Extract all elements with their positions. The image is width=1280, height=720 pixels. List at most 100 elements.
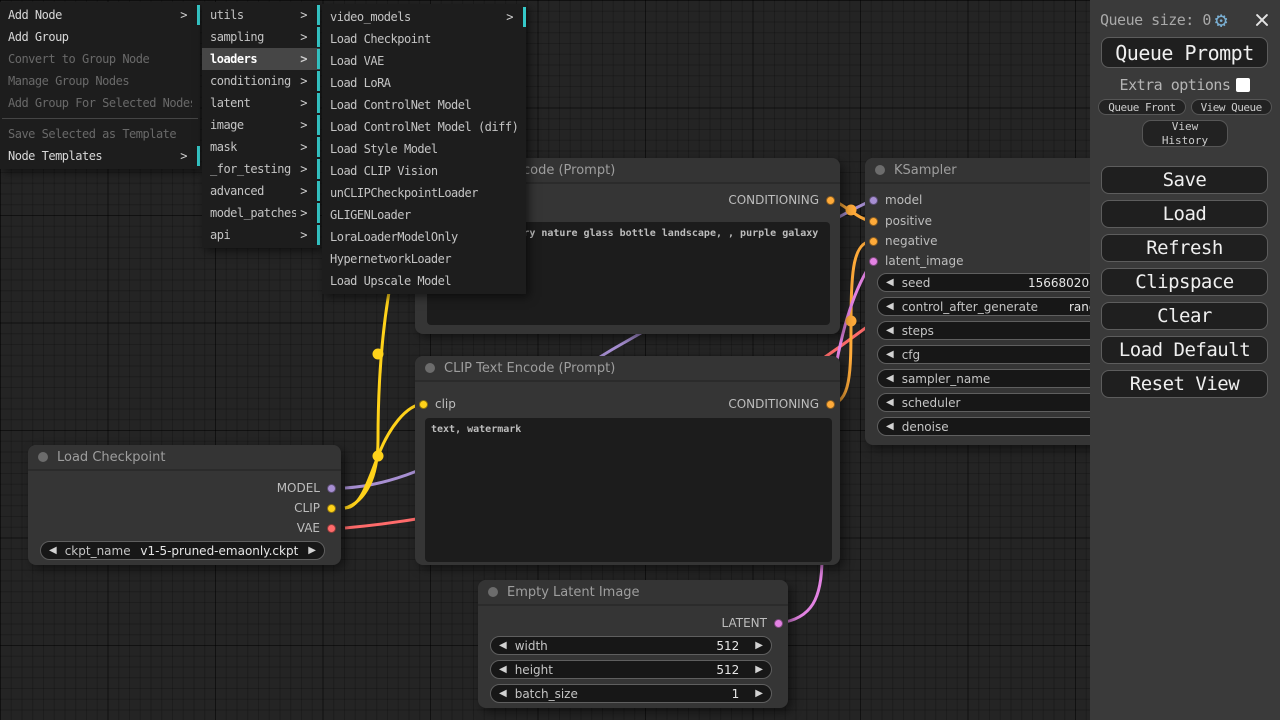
menu-item-load-style-model[interactable]: Load Style Model bbox=[322, 138, 526, 160]
node-empty-latent-image[interactable]: Empty Latent Image LATENT ◀ width 512 ▶ … bbox=[478, 580, 788, 708]
increment-arrow-icon[interactable]: ▶ bbox=[755, 665, 763, 675]
port-dot-icon[interactable] bbox=[869, 196, 878, 205]
load-button[interactable]: Load bbox=[1101, 200, 1268, 228]
menu-item-mask[interactable]: mask > bbox=[202, 136, 320, 158]
queue-prompt-button[interactable]: Queue Prompt bbox=[1101, 37, 1268, 68]
menu-item-add-group[interactable]: Add Group bbox=[0, 26, 200, 48]
node-clip-text-encode-bottom[interactable]: CLIP Text Encode (Prompt) clip CONDITION… bbox=[415, 356, 840, 565]
node-load-checkpoint[interactable]: Load Checkpoint MODEL CLIP VAE ◀ ckpt_na… bbox=[28, 445, 341, 565]
wire-clip-to-bottom-encode bbox=[345, 404, 424, 508]
widget-value[interactable]: 512 bbox=[716, 663, 739, 677]
extra-options-checkbox[interactable] bbox=[1236, 78, 1250, 92]
collapse-dot-icon[interactable] bbox=[488, 587, 498, 597]
output-port-model[interactable]: MODEL bbox=[277, 479, 336, 497]
input-port-model[interactable]: model bbox=[869, 191, 922, 209]
clipspace-button[interactable]: Clipspace bbox=[1101, 268, 1268, 296]
widget-value[interactable]: v1-5-pruned-emaonly.ckpt bbox=[140, 544, 298, 558]
menu-item-load-clip-vision[interactable]: Load CLIP Vision bbox=[322, 160, 526, 182]
next-arrow-icon[interactable]: ▶ bbox=[308, 546, 316, 556]
node-header[interactable]: Load Checkpoint bbox=[28, 445, 341, 471]
input-port-latent-image[interactable]: latent_image bbox=[869, 252, 963, 270]
widget-height[interactable]: ◀ height 512 ▶ bbox=[490, 660, 772, 679]
port-dot-icon[interactable] bbox=[869, 237, 878, 246]
decrement-arrow-icon[interactable]: ◀ bbox=[886, 422, 894, 432]
port-dot-icon[interactable] bbox=[327, 504, 336, 513]
queue-front-button[interactable]: Queue Front bbox=[1098, 99, 1185, 115]
menu-item-gligen-loader[interactable]: GLIGENLoader bbox=[322, 204, 526, 226]
widget-value[interactable]: 512 bbox=[716, 639, 739, 653]
decrement-arrow-icon[interactable]: ◀ bbox=[499, 641, 507, 651]
menu-item-loaders[interactable]: loaders > bbox=[202, 48, 320, 70]
menu-item-load-controlnet-model[interactable]: Load ControlNet Model bbox=[322, 94, 526, 116]
menu-item-conditioning[interactable]: conditioning > bbox=[202, 70, 320, 92]
port-dot-icon[interactable] bbox=[869, 217, 878, 226]
decrement-arrow-icon[interactable]: ◀ bbox=[886, 398, 894, 408]
menu-item-unclip-checkpoint-loader[interactable]: unCLIPCheckpointLoader bbox=[322, 182, 526, 204]
port-dot-icon[interactable] bbox=[774, 619, 783, 628]
output-port-conditioning[interactable]: CONDITIONING bbox=[728, 191, 835, 209]
clear-button[interactable]: Clear bbox=[1101, 302, 1268, 330]
view-queue-button[interactable]: View Queue bbox=[1191, 99, 1272, 115]
menu-item-node-templates[interactable]: Node Templates > bbox=[0, 145, 200, 167]
reset-view-button[interactable]: Reset View bbox=[1101, 370, 1268, 398]
decrement-arrow-icon[interactable]: ◀ bbox=[499, 689, 507, 699]
menu-item-hypernetwork-loader[interactable]: HypernetworkLoader bbox=[322, 248, 526, 270]
close-icon[interactable] bbox=[1254, 12, 1270, 28]
menu-item-advanced[interactable]: advanced > bbox=[202, 180, 320, 202]
menu-item-load-vae[interactable]: Load VAE bbox=[322, 50, 526, 72]
increment-arrow-icon[interactable]: ▶ bbox=[755, 689, 763, 699]
decrement-arrow-icon[interactable]: ◀ bbox=[886, 374, 894, 384]
menu-item-video-models[interactable]: video_models > bbox=[322, 6, 526, 28]
menu-item-utils[interactable]: utils > bbox=[202, 4, 320, 26]
output-port-conditioning[interactable]: CONDITIONING bbox=[728, 395, 835, 413]
port-dot-icon[interactable] bbox=[869, 257, 878, 266]
menu-item-load-checkpoint[interactable]: Load Checkpoint bbox=[322, 28, 526, 50]
load-default-button[interactable]: Load Default bbox=[1101, 336, 1268, 364]
collapse-dot-icon[interactable] bbox=[38, 452, 48, 462]
menu-item-api[interactable]: api > bbox=[202, 224, 320, 246]
queue-size-label: Queue size: 0 bbox=[1100, 11, 1211, 29]
menu-item-lora-loader-model-only[interactable]: LoraLoaderModelOnly bbox=[322, 226, 526, 248]
prev-arrow-icon[interactable]: ◀ bbox=[49, 546, 57, 556]
menu-item-sampling[interactable]: sampling > bbox=[202, 26, 320, 48]
input-port-positive[interactable]: positive bbox=[869, 212, 932, 230]
widget-ckpt-name[interactable]: ◀ ckpt_name v1-5-pruned-emaonly.ckpt ▶ bbox=[40, 541, 325, 560]
port-dot-icon[interactable] bbox=[826, 196, 835, 205]
menu-item-for-testing[interactable]: _for_testing > bbox=[202, 158, 320, 180]
port-dot-icon[interactable] bbox=[419, 400, 428, 409]
port-dot-icon[interactable] bbox=[327, 484, 336, 493]
menu-item-load-controlnet-model-diff[interactable]: Load ControlNet Model (diff) bbox=[322, 116, 526, 138]
view-history-button[interactable]: View History bbox=[1142, 120, 1228, 147]
output-port-clip[interactable]: CLIP bbox=[294, 499, 336, 517]
increment-arrow-icon[interactable]: ▶ bbox=[755, 641, 763, 651]
menu-item-image[interactable]: image > bbox=[202, 114, 320, 136]
refresh-button[interactable]: Refresh bbox=[1101, 234, 1268, 262]
menu-item-load-lora[interactable]: Load LoRA bbox=[322, 72, 526, 94]
menu-item-model-patches[interactable]: model_patches > bbox=[202, 202, 320, 224]
decrement-arrow-icon[interactable]: ◀ bbox=[886, 350, 894, 360]
widget-batch-size[interactable]: ◀ batch_size 1 ▶ bbox=[490, 684, 772, 703]
save-button[interactable]: Save bbox=[1101, 166, 1268, 194]
menu-item-load-upscale-model[interactable]: Load Upscale Model bbox=[322, 270, 526, 292]
widget-value[interactable]: 1 bbox=[732, 687, 740, 701]
node-header[interactable]: Empty Latent Image bbox=[478, 580, 788, 606]
menu-item-latent[interactable]: latent > bbox=[202, 92, 320, 114]
decrement-arrow-icon[interactable]: ◀ bbox=[886, 278, 894, 288]
output-port-latent[interactable]: LATENT bbox=[722, 614, 783, 632]
node-header[interactable]: CLIP Text Encode (Prompt) bbox=[415, 356, 840, 382]
collapse-dot-icon[interactable] bbox=[875, 165, 885, 175]
menu-item-add-node[interactable]: Add Node > bbox=[0, 4, 200, 26]
decrement-arrow-icon[interactable]: ◀ bbox=[499, 665, 507, 675]
collapse-dot-icon[interactable] bbox=[425, 363, 435, 373]
settings-gear-icon[interactable]: ⚙ bbox=[1215, 10, 1228, 31]
port-dot-icon[interactable] bbox=[327, 524, 336, 533]
input-port-clip[interactable]: clip bbox=[419, 395, 456, 413]
comfyui-canvas[interactable]: CLIP Text Encode (Prompt) clip CONDITION… bbox=[0, 0, 1280, 720]
output-port-vae[interactable]: VAE bbox=[297, 519, 336, 537]
widget-width[interactable]: ◀ width 512 ▶ bbox=[490, 636, 772, 655]
input-port-negative[interactable]: negative bbox=[869, 232, 937, 250]
decrement-arrow-icon[interactable]: ◀ bbox=[886, 302, 894, 312]
port-dot-icon[interactable] bbox=[826, 400, 835, 409]
decrement-arrow-icon[interactable]: ◀ bbox=[886, 326, 894, 336]
prompt-textarea[interactable]: text, watermark bbox=[425, 418, 832, 562]
